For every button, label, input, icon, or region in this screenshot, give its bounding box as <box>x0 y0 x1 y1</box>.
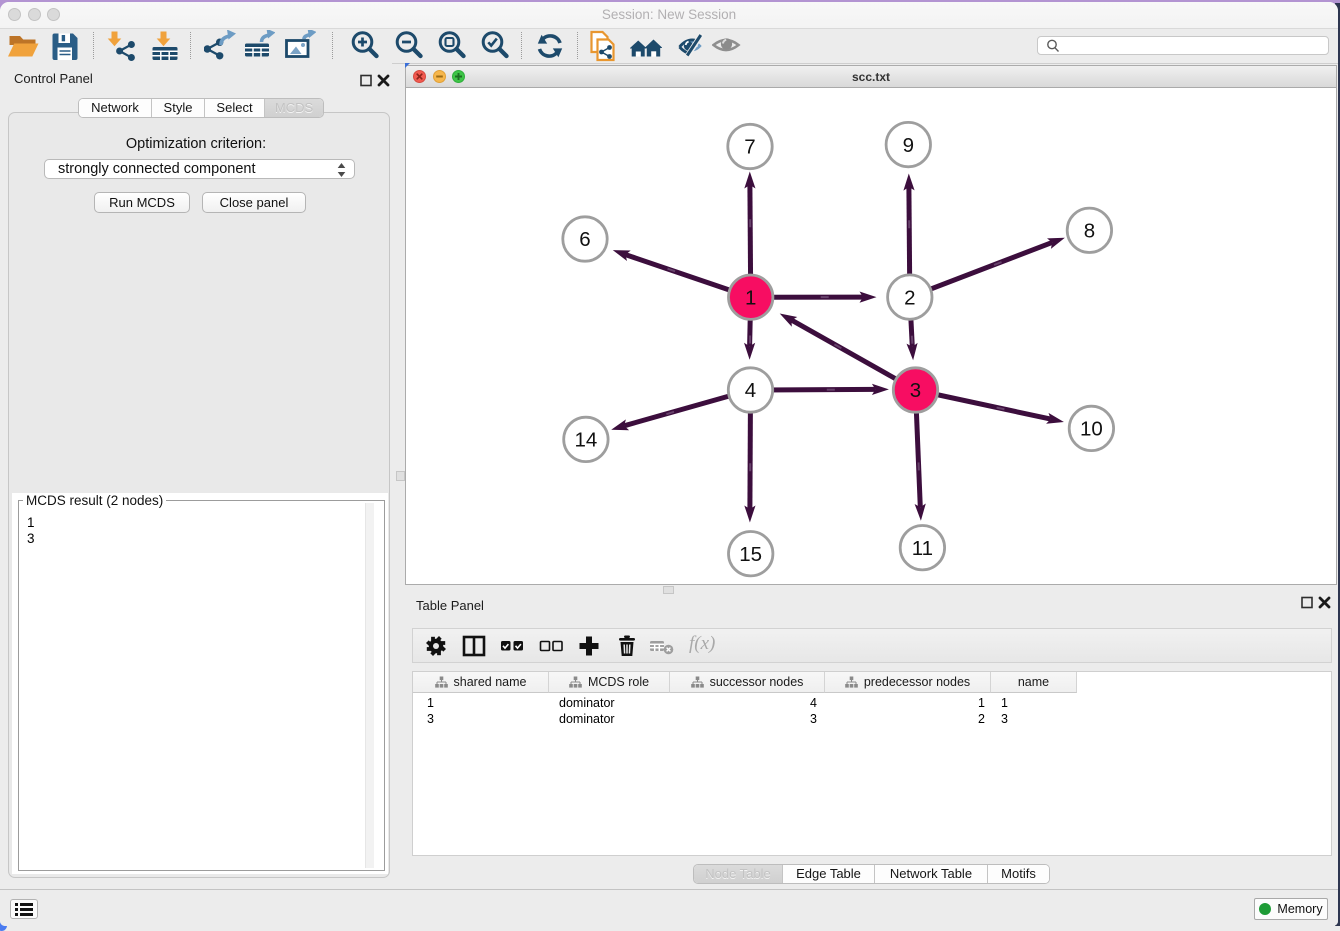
svg-text:9: 9 <box>903 134 914 157</box>
svg-text:10: 10 <box>1080 418 1103 441</box>
svg-text:1: 1 <box>745 286 756 309</box>
svg-text:2: 2 <box>904 286 915 309</box>
svg-text:7: 7 <box>744 136 755 159</box>
svg-text:11: 11 <box>912 537 933 560</box>
svg-text:14: 14 <box>574 429 597 452</box>
svg-text:6: 6 <box>579 228 590 251</box>
svg-text:8: 8 <box>1084 220 1095 243</box>
svg-text:3: 3 <box>910 379 921 402</box>
svg-text:4: 4 <box>745 379 756 402</box>
svg-text:15: 15 <box>739 543 762 566</box>
